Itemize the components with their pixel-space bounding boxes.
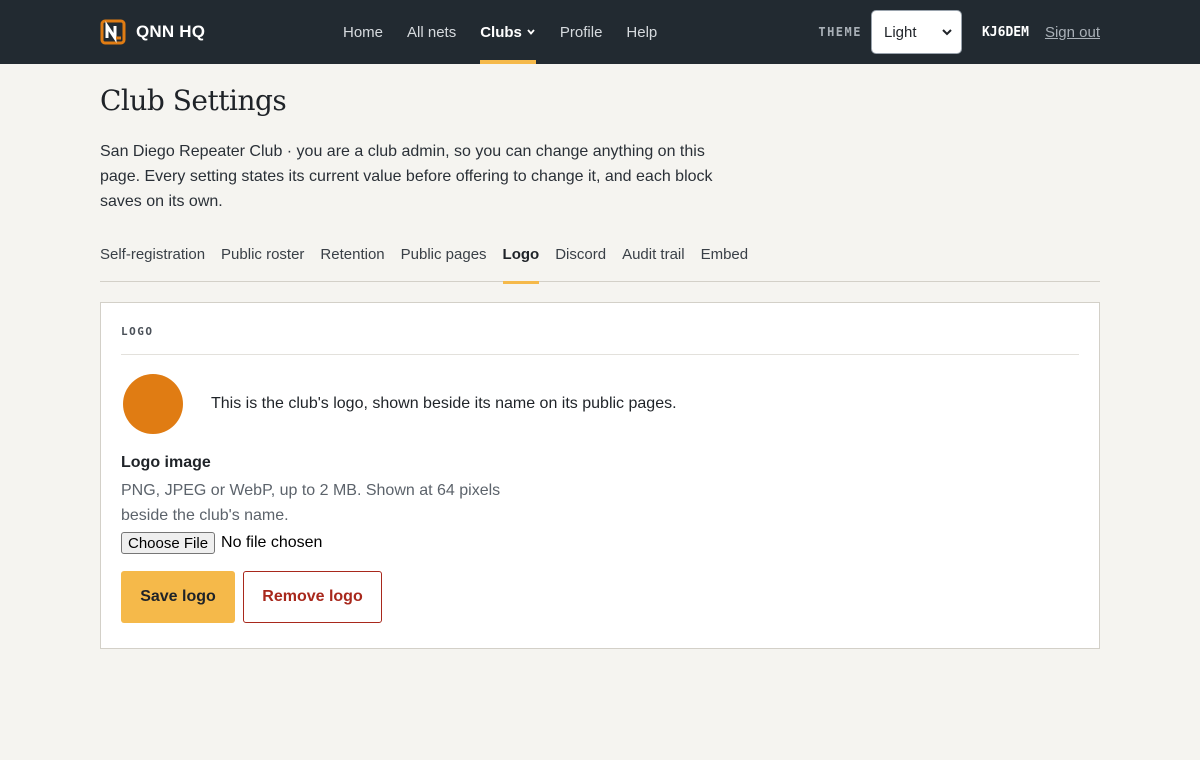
choose-file-button[interactable]: Choose File xyxy=(121,532,216,554)
remove-logo-button[interactable]: Remove logo xyxy=(243,571,382,623)
brand-logo-icon xyxy=(100,19,126,45)
theme-select[interactable]: Light xyxy=(870,10,962,54)
brand-name: QNN HQ xyxy=(136,22,206,41)
theme-select-value: Light xyxy=(883,23,917,41)
main-nav: Home All nets Clubs Profile Help xyxy=(343,0,681,64)
logo-image-help: PNG, JPEG or WebP, up to 2 MB. Shown at … xyxy=(121,482,501,524)
chevron-down-icon xyxy=(527,29,535,35)
logo-settings-card: LOGO This is the club's logo, shown besi… xyxy=(100,302,1100,649)
nav-all-nets[interactable]: All nets xyxy=(407,0,456,64)
tab-public-pages[interactable]: Public pages xyxy=(401,246,487,282)
page-intro: San Diego Repeater Club · you are a club… xyxy=(100,143,713,210)
nav-profile[interactable]: Profile xyxy=(560,0,603,64)
nav-home[interactable]: Home xyxy=(343,0,383,64)
sign-out-link[interactable]: Sign out xyxy=(1045,24,1100,41)
tab-self-registration[interactable]: Self-registration xyxy=(100,246,205,282)
chevron-down-icon xyxy=(942,29,952,36)
nav-clubs-label: Clubs xyxy=(480,23,522,41)
save-logo-button[interactable]: Save logo xyxy=(121,571,235,623)
main-content: Club Settings San Diego Repeater Club · … xyxy=(100,64,1100,649)
club-logo-image xyxy=(123,374,183,434)
tab-embed[interactable]: Embed xyxy=(701,246,749,282)
tab-retention[interactable]: Retention xyxy=(320,246,384,282)
nav-help[interactable]: Help xyxy=(626,0,657,64)
tab-audit-trail[interactable]: Audit trail xyxy=(622,246,685,282)
nav-clubs[interactable]: Clubs xyxy=(480,0,536,64)
settings-tabs: Self-registration Public roster Retentio… xyxy=(100,246,1100,284)
tab-logo[interactable]: Logo xyxy=(502,246,539,284)
brand[interactable]: QNN HQ xyxy=(100,0,205,64)
file-status: No file chosen xyxy=(221,534,323,551)
top-nav: QNN HQ Home All nets Clubs Profile Help … xyxy=(0,0,1200,64)
tab-public-roster[interactable]: Public roster xyxy=(221,246,304,282)
page-title: Club Settings xyxy=(100,84,287,117)
file-input[interactable]: Choose File No file chosen xyxy=(121,532,1079,554)
user-callsign: KJ6DEM xyxy=(981,24,1029,40)
logo-actions: Save logo Remove logo xyxy=(121,571,1079,623)
current-logo-row: This is the club's logo, shown beside it… xyxy=(121,374,1079,434)
theme-label: THEME xyxy=(818,25,862,39)
logo-image-label: Logo image xyxy=(121,454,211,471)
header-right: THEME Light KJ6DEM Sign out xyxy=(818,0,1100,64)
tab-discord[interactable]: Discord xyxy=(555,246,606,282)
logo-description: This is the club's logo, shown beside it… xyxy=(211,395,677,412)
card-title: LOGO xyxy=(121,325,1079,355)
